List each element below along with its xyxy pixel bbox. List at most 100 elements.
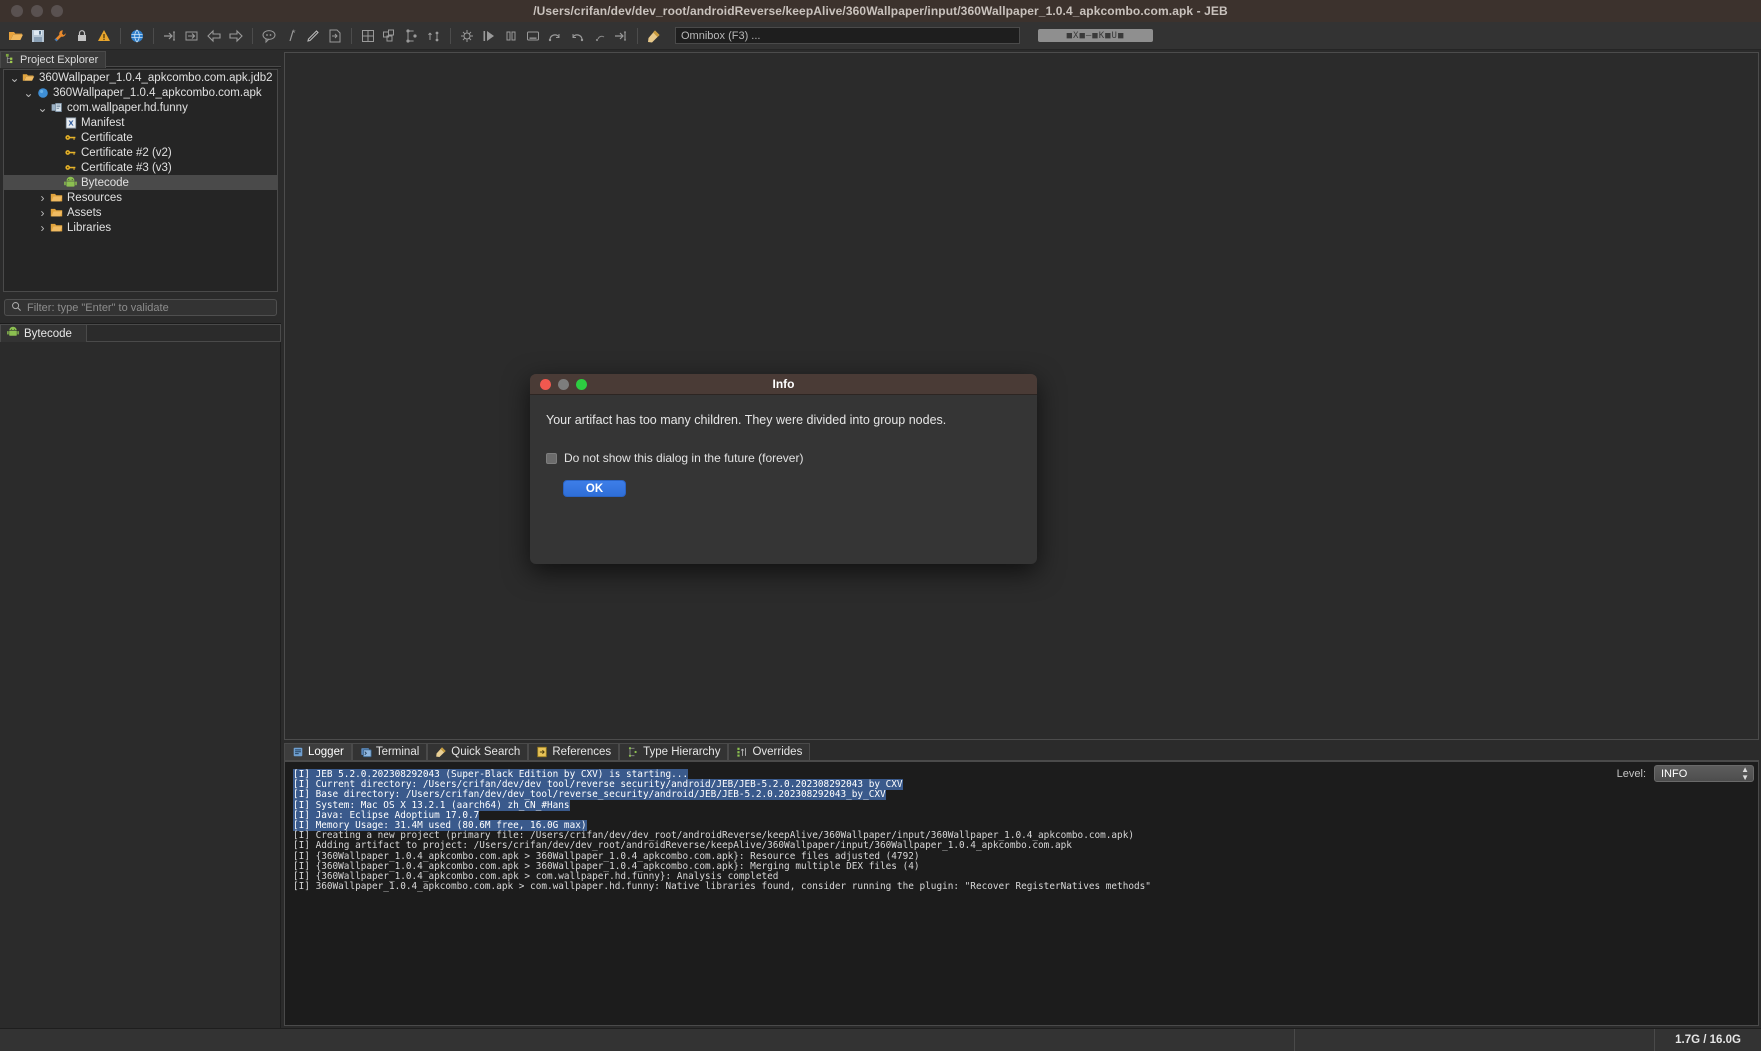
chevron-right-icon[interactable]: › — [36, 221, 49, 235]
folder-icon — [49, 221, 64, 234]
chevron-down-icon[interactable]: ⌄ — [8, 72, 21, 84]
log-level-value: INFO — [1661, 767, 1688, 780]
omnibox-input[interactable]: Omnibox (F3) ... — [675, 27, 1020, 44]
tree-node[interactable]: › Libraries — [4, 220, 277, 235]
comment-icon[interactable] — [258, 25, 280, 47]
terminal-icon — [360, 746, 372, 758]
goto-icon[interactable] — [610, 25, 632, 47]
tree-node[interactable]: › Resources — [4, 190, 277, 205]
graph-icon[interactable] — [379, 25, 401, 47]
export-icon[interactable] — [324, 25, 346, 47]
info-dialog-titlebar: Info — [530, 374, 1037, 395]
log-line: [I] 360Wallpaper_1.0.4_apkcombo.com.apk … — [293, 882, 1754, 892]
save-icon[interactable] — [27, 25, 49, 47]
tab-type-hierarchy[interactable]: Type Hierarchy — [619, 743, 729, 761]
back-arrow-icon[interactable] — [203, 25, 225, 47]
highlight-icon[interactable] — [643, 25, 665, 47]
step-into-small-icon[interactable] — [588, 25, 610, 47]
pencil-icon[interactable] — [302, 25, 324, 47]
window-title: /Users/crifan/dev/dev_root/androidRevers… — [533, 4, 1228, 18]
ok-button[interactable]: OK — [563, 480, 626, 497]
progress-indicator-label: ■X■–■K■U■ — [1066, 30, 1125, 41]
tree-node[interactable]: › Assets — [4, 205, 277, 220]
chevron-right-icon[interactable]: › — [36, 191, 49, 205]
window-titlebar: /Users/crifan/dev/dev_root/androidRevers… — [0, 0, 1761, 22]
tree-node[interactable]: ⌄ com.wallpaper.hd.funny — [4, 100, 277, 115]
bytecode-content-area — [0, 342, 281, 1028]
tree-node[interactable]: Certificate — [4, 130, 277, 145]
chevron-down-icon[interactable]: ⌄ — [36, 102, 49, 114]
lock-icon[interactable] — [71, 25, 93, 47]
tree-node[interactable]: ⌄ 360Wallpaper_1.0.4_apkcombo.com.apk.jdb… — [4, 70, 277, 85]
tab-project-explorer[interactable]: Project Explorer — [0, 51, 107, 68]
android-icon — [63, 176, 78, 189]
tab-bytecode[interactable]: Bytecode — [0, 324, 87, 343]
tree-node[interactable]: ⌄ 360Wallpaper_1.0.4_apkcombo.com.apk — [4, 85, 277, 100]
project-explorer-tabrow: Project Explorer — [0, 51, 281, 68]
debug-icon[interactable] — [456, 25, 478, 47]
tree-node-label: Assets — [67, 206, 102, 219]
android-icon — [7, 326, 19, 341]
tab-label: Terminal — [375, 746, 420, 758]
tree-node[interactable]: X Manifest — [4, 115, 277, 130]
bytecode-tabrow-filler — [86, 324, 281, 342]
tree-node[interactable]: Bytecode — [4, 175, 277, 190]
bottom-dock: Logger Terminal Quick Search References Type… — [284, 743, 1759, 1026]
tree-node[interactable]: Certificate #2 (v2) — [4, 145, 277, 160]
tab-logger[interactable]: Logger — [284, 743, 352, 761]
run-icon[interactable] — [478, 25, 500, 47]
checkbox-box[interactable] — [546, 452, 557, 464]
tab-label: Quick Search — [451, 746, 521, 758]
globe-icon[interactable] — [126, 25, 148, 47]
chevron-right-icon[interactable]: › — [36, 206, 49, 220]
tree-node[interactable]: Certificate #3 (v3) — [4, 160, 277, 175]
key-icon — [63, 161, 78, 174]
blue-circle-icon — [35, 87, 50, 99]
progress-indicator: ■X■–■K■U■ — [1038, 29, 1153, 42]
log-line-text: [I] System: Mac OS X 13.2.1 (aarch64) zh… — [293, 799, 570, 811]
tab-terminal[interactable]: Terminal — [351, 743, 428, 761]
project-tree[interactable]: ⌄ 360Wallpaper_1.0.4_apkcombo.com.apk.jdb… — [3, 69, 278, 292]
toolbar-separator — [637, 27, 638, 44]
bottom-dock-tabrow-filler — [810, 743, 1759, 761]
hierarchy-icon[interactable] — [401, 25, 423, 47]
key-icon — [63, 131, 78, 144]
tab-quick-search[interactable]: Quick Search — [427, 743, 529, 761]
package-icon — [49, 101, 64, 114]
step-return-icon[interactable] — [566, 25, 588, 47]
warning-icon[interactable] — [93, 25, 115, 47]
tab-label: References — [552, 746, 612, 758]
memory-usage-indicator[interactable]: 1.7G / 16.0G — [1654, 1028, 1761, 1051]
bytecode-tabrow: Bytecode — [0, 323, 281, 343]
forward-arrow-icon[interactable] — [225, 25, 247, 47]
open-folder-icon[interactable] — [5, 25, 27, 47]
log-line-text: [I] 360Wallpaper_1.0.4_apkcombo.com.apk … — [293, 881, 1151, 893]
do-not-show-again-checkbox[interactable]: Do not show this dialog in the future (f… — [546, 451, 1021, 465]
type-hierarchy-icon — [627, 746, 639, 758]
wildcard-icon[interactable]: * — [280, 25, 302, 47]
log-level-select[interactable]: INFO ▲ ▼ — [1654, 765, 1754, 782]
tab-references[interactable]: References — [528, 743, 620, 761]
log-level-label: Level: — [1616, 767, 1646, 780]
project-explorer-icon — [5, 53, 16, 67]
tab-overrides[interactable]: Overrides — [728, 743, 811, 761]
tab-label: Type Hierarchy — [643, 746, 721, 758]
step-over-icon[interactable] — [544, 25, 566, 47]
pause-icon[interactable] — [500, 25, 522, 47]
status-bar-segment — [1294, 1028, 1654, 1051]
navigate-out-icon[interactable] — [181, 25, 203, 47]
logger-view[interactable]: Level: INFO ▲ ▼ [I] JEB 5.2.0.20230829204… — [284, 761, 1759, 1026]
wrench-icon[interactable] — [49, 25, 71, 47]
tree-filter-input[interactable]: Filter: type "Enter" to validate — [4, 299, 277, 316]
info-dialog: Info Your artifact has too many children… — [530, 374, 1037, 564]
bottom-dock-tabs: Logger Terminal Quick Search References Type… — [284, 743, 1759, 761]
stop-icon[interactable] — [522, 25, 544, 47]
key-icon — [63, 146, 78, 159]
navigate-into-icon[interactable] — [159, 25, 181, 47]
sort-icon[interactable] — [423, 25, 445, 47]
tabrow-filler — [106, 51, 281, 67]
svg-text:*: * — [292, 28, 296, 38]
grid-icon[interactable] — [357, 25, 379, 47]
chevron-down-icon[interactable]: ⌄ — [22, 87, 35, 99]
log-output: [I] JEB 5.2.0.202308292043 (Super-Black … — [293, 769, 1754, 892]
